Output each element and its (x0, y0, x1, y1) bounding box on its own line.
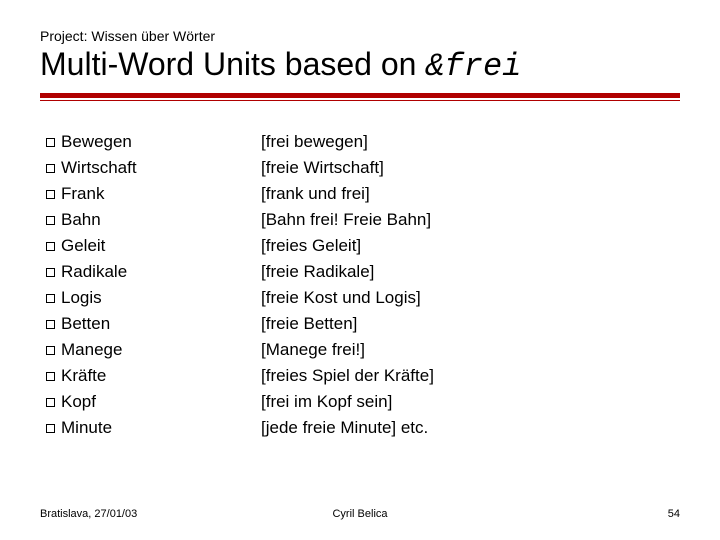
slide-title: Multi-Word Units based on &frei (40, 46, 680, 85)
term-text: Kopf (61, 392, 96, 411)
footer-date: Bratislava, 27/01/03 (40, 508, 137, 520)
list-item: Kopf (46, 389, 261, 415)
project-label: Project: Wissen über Wörter (40, 28, 680, 44)
rule-thick (40, 93, 680, 98)
term-text: Minute (61, 418, 112, 437)
bullet-icon (46, 346, 55, 355)
bullet-icon (46, 138, 55, 147)
term-text: Logis (61, 288, 102, 307)
unit-text: [frank und frei] (261, 181, 680, 207)
unit-text: [freie Betten] (261, 311, 680, 337)
list-item: Minute (46, 415, 261, 441)
list-item: Frank (46, 181, 261, 207)
list-item: Bahn (46, 207, 261, 233)
content-columns: Bewegen Wirtschaft Frank Bahn Geleit Rad… (40, 121, 680, 441)
term-text: Frank (61, 184, 104, 203)
unit-text: [frei bewegen] (261, 129, 680, 155)
footer-author: Cyril Belica (332, 508, 387, 520)
unit-text: [freie Kost und Logis] (261, 285, 680, 311)
bullet-icon (46, 424, 55, 433)
slide-footer: Bratislava, 27/01/03 Cyril Belica 54 (40, 508, 680, 520)
term-text: Wirtschaft (61, 158, 137, 177)
unit-text: [freie Radikale] (261, 259, 680, 285)
unit-text: [jede freie Minute] etc. (261, 415, 680, 441)
unit-text: [freies Spiel der Kräfte] (261, 363, 680, 389)
list-item: Kräfte (46, 363, 261, 389)
title-code: &frei (425, 48, 521, 85)
term-text: Bewegen (61, 132, 132, 151)
rule-thin (40, 100, 680, 101)
list-item: Logis (46, 285, 261, 311)
unit-text: [freie Wirtschaft] (261, 155, 680, 181)
title-underline (40, 93, 680, 101)
list-item: Manege (46, 337, 261, 363)
bullet-icon (46, 398, 55, 407)
bullet-icon (46, 216, 55, 225)
bullet-icon (46, 294, 55, 303)
term-text: Radikale (61, 262, 127, 281)
term-text: Manege (61, 340, 122, 359)
unit-text: [freies Geleit] (261, 233, 680, 259)
bullet-icon (46, 320, 55, 329)
term-text: Geleit (61, 236, 105, 255)
bullet-icon (46, 372, 55, 381)
unit-text: [Bahn frei! Freie Bahn] (261, 207, 680, 233)
term-text: Betten (61, 314, 110, 333)
bullet-icon (46, 268, 55, 277)
list-item: Radikale (46, 259, 261, 285)
terms-column: Bewegen Wirtschaft Frank Bahn Geleit Rad… (46, 129, 261, 441)
term-text: Kräfte (61, 366, 106, 385)
list-item: Wirtschaft (46, 155, 261, 181)
list-item: Bewegen (46, 129, 261, 155)
footer-page-number: 54 (668, 508, 680, 520)
unit-text: [Manege frei!] (261, 337, 680, 363)
list-item: Geleit (46, 233, 261, 259)
bullet-icon (46, 190, 55, 199)
term-text: Bahn (61, 210, 101, 229)
unit-text: [frei im Kopf sein] (261, 389, 680, 415)
bullet-icon (46, 164, 55, 173)
bullet-icon (46, 242, 55, 251)
title-text: Multi-Word Units based on (40, 46, 425, 82)
units-column: [frei bewegen] [freie Wirtschaft] [frank… (261, 129, 680, 441)
list-item: Betten (46, 311, 261, 337)
